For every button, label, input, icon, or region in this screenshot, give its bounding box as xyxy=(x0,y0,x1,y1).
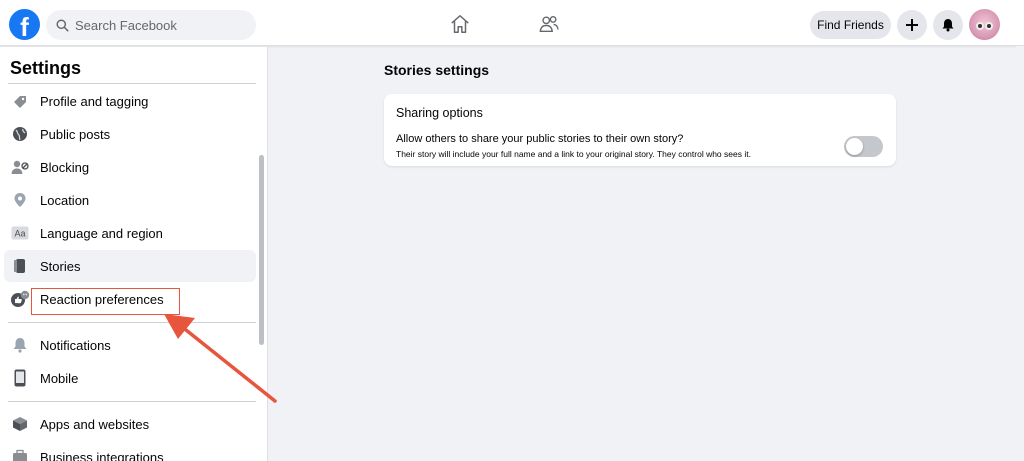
search-box[interactable] xyxy=(46,10,256,40)
find-friends-button[interactable]: Find Friends xyxy=(810,11,891,39)
annotation-highlight-box xyxy=(31,288,180,315)
sidebar-item-label: Business integrations xyxy=(40,449,164,461)
settings-sidebar: Settings Profile and tagging Public post… xyxy=(0,47,268,461)
sidebar-item-blocking[interactable]: Blocking xyxy=(4,151,256,183)
top-navigation-bar: f Find Friends xyxy=(0,0,1024,46)
card-title: Sharing options xyxy=(396,106,483,120)
toggle-knob xyxy=(846,138,863,155)
sidebar-item-label: Profile and tagging xyxy=(40,93,149,109)
sidebar-item-public-posts[interactable]: Public posts xyxy=(4,118,256,150)
friends-icon[interactable] xyxy=(538,13,560,35)
avatar-eye xyxy=(985,22,993,30)
sidebar-item-label: Mobile xyxy=(40,370,79,386)
sidebar-item-label: Blocking xyxy=(40,159,90,175)
sidebar-item-location[interactable]: Location xyxy=(4,184,256,216)
sidebar-item-business-integrations[interactable]: Business integrations xyxy=(4,441,256,461)
stories-icon xyxy=(10,256,30,276)
sidebar-item-mobile[interactable]: Mobile xyxy=(4,362,256,394)
search-input[interactable] xyxy=(75,17,245,33)
bell-icon xyxy=(942,19,954,32)
sidebar-item-label: Stories xyxy=(40,258,81,274)
setting-description: Their story will include your full name … xyxy=(396,149,751,159)
notifications-button[interactable] xyxy=(933,10,963,40)
profile-avatar[interactable] xyxy=(969,9,1000,40)
sidebar-scrollbar[interactable] xyxy=(259,155,264,345)
sidebar-title: Settings xyxy=(10,58,82,78)
reactions-icon xyxy=(10,289,30,309)
setting-question: Allow others to share your public storie… xyxy=(396,133,684,145)
search-icon xyxy=(56,18,69,32)
sidebar-item-label: Notifications xyxy=(40,337,111,353)
create-button[interactable] xyxy=(897,10,927,40)
location-pin-icon xyxy=(10,190,30,210)
plus-icon xyxy=(906,19,918,31)
bell-icon xyxy=(10,335,30,355)
block-user-icon xyxy=(10,157,30,177)
sidebar-item-label: Public posts xyxy=(40,126,111,142)
sidebar-divider xyxy=(8,401,256,402)
sidebar-item-label: Apps and websites xyxy=(40,416,150,432)
mobile-phone-icon xyxy=(10,368,30,388)
svg-text:Aa: Aa xyxy=(14,229,25,239)
facebook-logo[interactable]: f xyxy=(9,9,40,40)
sidebar-item-stories[interactable]: Stories xyxy=(4,250,256,282)
home-icon[interactable] xyxy=(449,13,471,35)
window-edge xyxy=(1016,46,1024,461)
share-stories-toggle[interactable] xyxy=(844,136,883,157)
sidebar-divider xyxy=(8,322,256,323)
avatar-eye xyxy=(976,22,984,30)
sharing-options-card: Sharing options Allow others to share yo… xyxy=(384,94,896,166)
sidebar-item-apps-and-websites[interactable]: Apps and websites xyxy=(4,408,256,440)
sidebar-item-language-and-region[interactable]: Aa Language and region xyxy=(4,217,256,249)
logo-letter: f xyxy=(20,12,29,40)
language-icon: Aa xyxy=(10,223,30,243)
apps-icon xyxy=(10,414,30,434)
tag-icon xyxy=(10,91,30,111)
sidebar-item-label: Language and region xyxy=(40,225,163,241)
sidebar-item-notifications[interactable]: Notifications xyxy=(4,329,256,361)
page-title: Stories settings xyxy=(384,62,490,78)
business-icon xyxy=(10,447,30,461)
sidebar-item-label: Location xyxy=(40,192,90,208)
globe-icon xyxy=(10,124,30,144)
sidebar-divider xyxy=(8,83,256,84)
sidebar-item-profile-and-tagging[interactable]: Profile and tagging xyxy=(4,85,256,117)
